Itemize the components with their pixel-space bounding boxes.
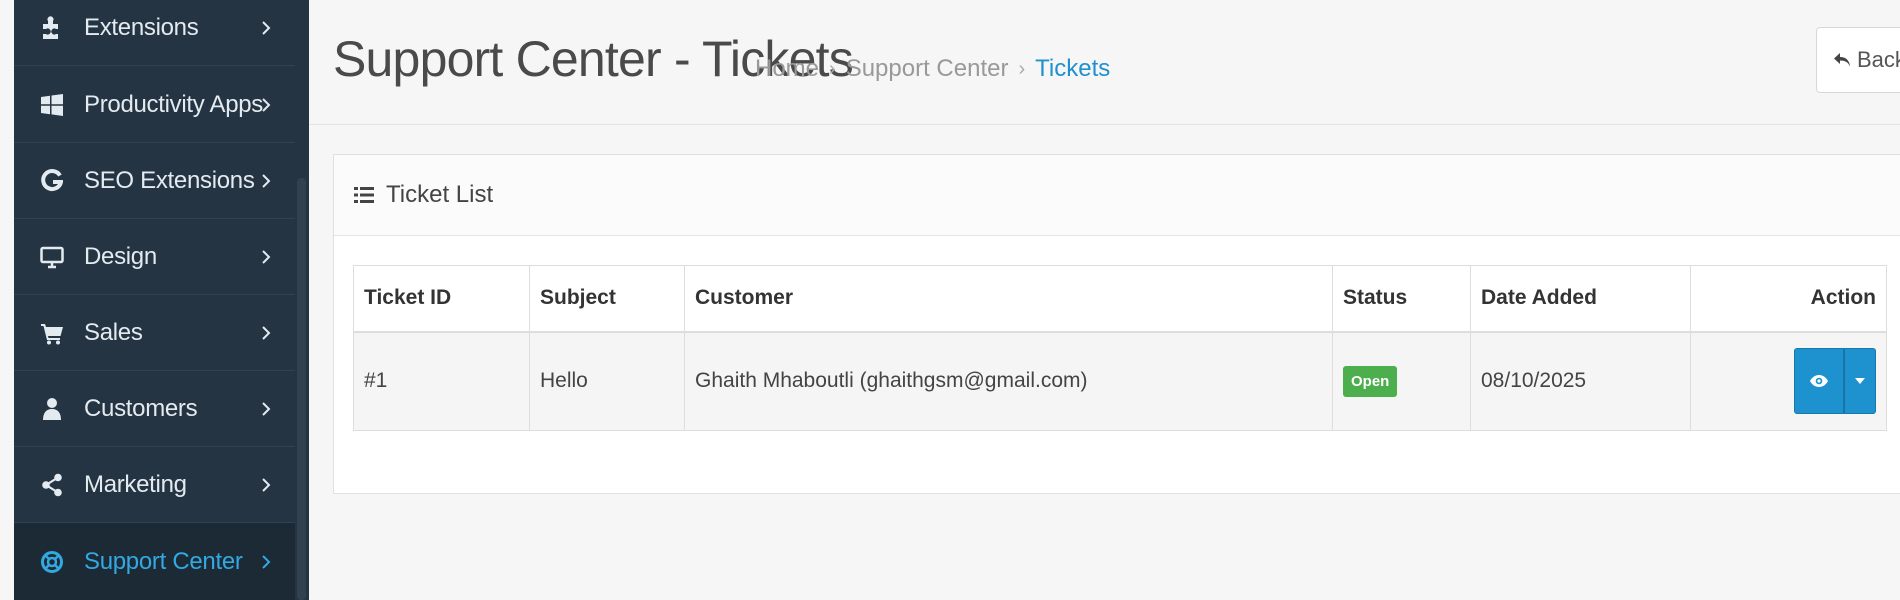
sidebar-scrollbar-thumb[interactable] <box>297 178 306 600</box>
column-header-date-added[interactable]: Date Added <box>1470 265 1691 333</box>
list-icon <box>354 186 374 204</box>
breadcrumb-separator: › <box>829 57 836 80</box>
google-icon <box>38 167 66 195</box>
breadcrumb-home[interactable]: Home <box>755 55 819 83</box>
cell-ticket-id: #1 <box>353 331 530 431</box>
breadcrumb-support-center[interactable]: Support Center <box>846 55 1009 83</box>
column-header-status[interactable]: Status <box>1332 265 1471 333</box>
sidebar-item-seo-extensions[interactable]: SEO Extensions <box>14 143 295 219</box>
reply-icon <box>1834 53 1850 67</box>
sidebar: Extensions Productivity Apps SEO Extensi… <box>14 0 295 600</box>
chevron-right-icon <box>262 97 271 112</box>
eye-icon <box>1810 375 1828 388</box>
sidebar-item-label: Extensions <box>84 13 199 41</box>
cell-subject: Hello <box>529 331 685 431</box>
breadcrumb-tickets[interactable]: Tickets <box>1035 55 1110 83</box>
cell-status: Open <box>1332 331 1471 431</box>
sidebar-item-extensions[interactable]: Extensions <box>14 0 295 66</box>
chevron-right-icon <box>262 554 271 569</box>
caret-down-icon <box>1855 378 1865 385</box>
sidebar-item-label: Sales <box>84 318 143 346</box>
share-icon <box>38 471 66 499</box>
sidebar-item-label: Support Center <box>84 547 243 575</box>
puzzle-icon <box>38 14 66 42</box>
cart-icon <box>38 319 66 347</box>
chevron-right-icon <box>262 20 271 35</box>
chevron-right-icon <box>262 173 271 188</box>
monitor-icon <box>38 243 66 271</box>
sidebar-item-marketing[interactable]: Marketing <box>14 447 295 523</box>
column-header-subject[interactable]: Subject <box>529 265 685 333</box>
windows-icon <box>38 91 66 119</box>
sidebar-item-label: Customers <box>84 394 198 422</box>
sidebar-item-design[interactable]: Design <box>14 219 295 295</box>
sidebar-item-label: Design <box>84 242 157 270</box>
sidebar-item-support-center[interactable]: Support Center <box>14 523 295 600</box>
table-row: #1 Hello Ghaith Mhaboutli (ghaithgsm@gma… <box>353 331 1887 431</box>
page-header: Support Center - Tickets Home › Support … <box>309 0 1900 125</box>
ticket-list-panel: Ticket List Ticket ID Subject Customer S… <box>333 154 1900 494</box>
table-header-row: Ticket ID Subject Customer Status Date A… <box>353 265 1887 333</box>
view-button[interactable] <box>1794 348 1844 415</box>
panel-heading: Ticket List <box>334 155 1900 236</box>
column-header-customer[interactable]: Customer <box>684 265 1333 333</box>
sidebar-item-customers[interactable]: Customers <box>14 371 295 447</box>
column-header-ticket-id[interactable]: Ticket ID <box>353 265 530 333</box>
cell-customer: Ghaith Mhaboutli (ghaithgsm@gmail.com) <box>684 331 1333 431</box>
chevron-right-icon <box>262 325 271 340</box>
back-button-label: Back <box>1857 47 1900 72</box>
status-badge: Open <box>1343 365 1398 397</box>
sidebar-item-productivity-apps[interactable]: Productivity Apps <box>14 67 295 143</box>
breadcrumb-separator: › <box>1018 57 1026 80</box>
sidebar-item-label: SEO Extensions <box>84 166 255 194</box>
user-icon <box>38 395 66 423</box>
sidebar-item-sales[interactable]: Sales <box>14 295 295 371</box>
lifebuoy-icon <box>38 548 66 576</box>
panel-title: Ticket List <box>386 181 494 208</box>
cell-date-added: 08/10/2025 <box>1470 331 1691 431</box>
breadcrumb: Home › Support Center › Tickets <box>755 55 1110 83</box>
action-dropdown-toggle[interactable] <box>1844 348 1876 415</box>
action-button-group <box>1794 348 1876 415</box>
ticket-table: Ticket ID Subject Customer Status Date A… <box>353 265 1887 431</box>
sidebar-item-label: Productivity Apps <box>84 90 263 118</box>
chevron-right-icon <box>262 249 271 264</box>
column-header-action: Action <box>1690 265 1887 333</box>
chevron-right-icon <box>262 401 271 416</box>
chevron-right-icon <box>262 477 271 492</box>
back-button[interactable]: Back <box>1816 27 1900 93</box>
sidebar-item-label: Marketing <box>84 470 187 498</box>
cell-action <box>1690 331 1887 431</box>
